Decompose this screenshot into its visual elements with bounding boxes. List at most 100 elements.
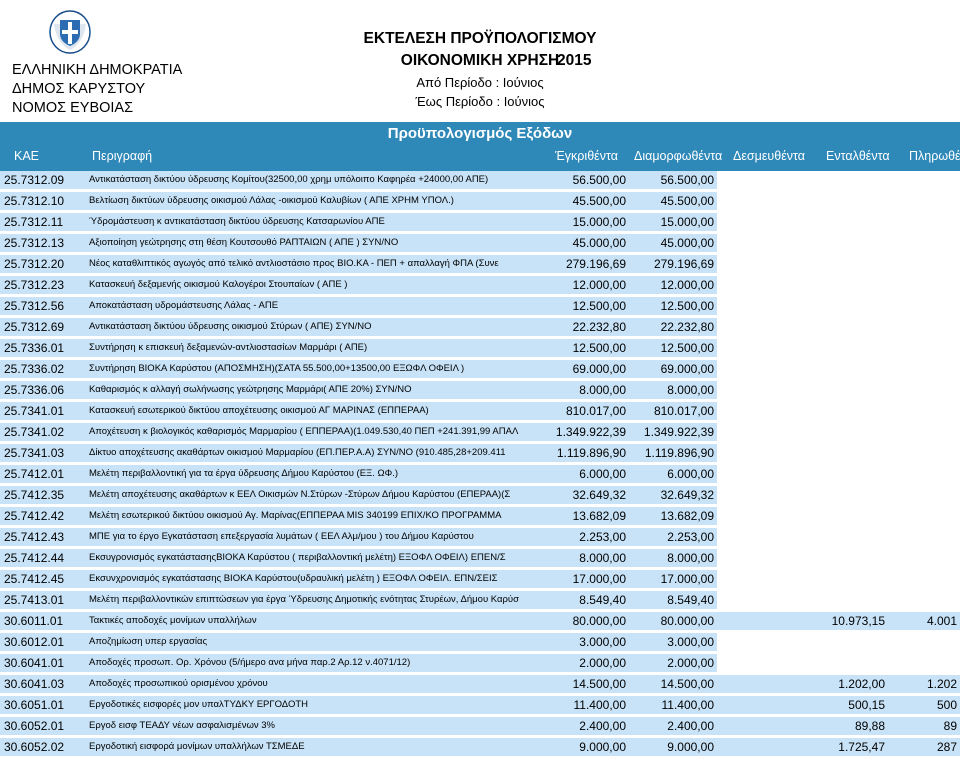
approved-cell: 22.232,80 bbox=[533, 318, 629, 336]
approved-cell: 8.549,40 bbox=[533, 591, 629, 609]
committed-cell bbox=[717, 465, 794, 483]
approved-cell: 11.400,00 bbox=[533, 696, 629, 714]
description-cell: Μελέτη αποχέτευσης ακαθάρτων κ ΕΕΛ Οικισ… bbox=[83, 486, 533, 504]
approved-cell: 810.017,00 bbox=[533, 402, 629, 420]
committed-cell bbox=[717, 234, 794, 252]
table-row: 25.7312.56 Αποκατάσταση υδρομάστευσης Λά… bbox=[0, 297, 960, 318]
kae-cell: 30.6012.01 bbox=[0, 633, 83, 651]
paid-cell bbox=[888, 297, 960, 315]
table-row: 25.7412.35 Μελέτη αποχέτευσης ακαθάρτων κ… bbox=[0, 486, 960, 507]
approved-cell: 6.000,00 bbox=[533, 465, 629, 483]
committed-cell bbox=[717, 507, 794, 525]
formed-cell: 12.500,00 bbox=[629, 297, 717, 315]
approved-cell: 1.119.896,90 bbox=[533, 444, 629, 462]
committed-cell bbox=[717, 171, 794, 189]
formed-cell: 2.000,00 bbox=[629, 654, 717, 672]
description-cell: ΜΠΕ για το έργο Εγκατάσταση επεξεργασία … bbox=[83, 528, 533, 546]
kae-cell: 30.6041.01 bbox=[0, 654, 83, 672]
report-title: ΕΚΤΕΛΕΣΗ ΠΡΟΫΠΟΛΟΓΙΣΜΟΥ bbox=[363, 30, 597, 47]
description-cell: Μελέτη εσωτερικού δικτύου οικισμού Αγ. Μ… bbox=[83, 507, 533, 525]
description-cell: Τακτικές αποδοχές μονίμων υπαλλήλων bbox=[83, 612, 533, 630]
kae-cell: 25.7412.42 bbox=[0, 507, 83, 525]
kae-cell: 25.7312.23 bbox=[0, 276, 83, 294]
committed-cell bbox=[717, 444, 794, 462]
approved-cell: 2.400,00 bbox=[533, 717, 629, 735]
committed-cell bbox=[717, 675, 794, 693]
table-row: 25.7336.01 Συντήρηση κ επισκευή δεξαμενών… bbox=[0, 339, 960, 360]
approved-cell: 2.253,00 bbox=[533, 528, 629, 546]
formed-cell: 56.500,00 bbox=[629, 171, 717, 189]
committed-cell bbox=[717, 213, 794, 231]
column-header-ordered: Ενταλθέντα bbox=[826, 149, 890, 163]
approved-cell: 15.000,00 bbox=[533, 213, 629, 231]
approved-cell: 9.000,00 bbox=[533, 738, 629, 756]
kae-cell: 25.7312.69 bbox=[0, 318, 83, 336]
paid-cell bbox=[888, 171, 960, 189]
table-row: 30.6011.01 Τακτικές αποδοχές μονίμων υπαλ… bbox=[0, 612, 960, 633]
ordered-cell: 89,88 bbox=[794, 717, 888, 735]
description-cell: Εργοδοτικές εισφορές μον υπαλΤΥΔΚΥ ΕΡΓΟΔ… bbox=[83, 696, 533, 714]
column-header-committed: Δεσμευθέντα bbox=[733, 149, 806, 163]
paid-cell: 89 bbox=[888, 717, 960, 735]
kae-cell: 25.7336.06 bbox=[0, 381, 83, 399]
approved-cell: 17.000,00 bbox=[533, 570, 629, 588]
paid-cell bbox=[888, 213, 960, 231]
formed-cell: 17.000,00 bbox=[629, 570, 717, 588]
ordered-cell bbox=[794, 507, 888, 525]
description-cell: Αντικατάσταση δικτύου ύδρευσης Κομίτου(3… bbox=[83, 171, 533, 189]
paid-cell bbox=[888, 507, 960, 525]
ordered-cell bbox=[794, 234, 888, 252]
committed-cell bbox=[717, 696, 794, 714]
approved-cell: 12.500,00 bbox=[533, 297, 629, 315]
table-row: 25.7336.06 Καθαρισμός κ αλλαγή σωλήνωσης … bbox=[0, 381, 960, 402]
paid-cell bbox=[888, 654, 960, 672]
fiscal-year-label: ΟΙΚΟΝΟΜΙΚΗ ΧΡΗΣΗ bbox=[400, 52, 560, 69]
paid-cell bbox=[888, 339, 960, 357]
formed-cell: 12.000,00 bbox=[629, 276, 717, 294]
committed-cell bbox=[717, 318, 794, 336]
description-cell: Καθαρισμός κ αλλαγή σωλήνωσης γεώτρησης … bbox=[83, 381, 533, 399]
kae-cell: 25.7312.10 bbox=[0, 192, 83, 210]
kae-cell: 25.7312.11 bbox=[0, 213, 83, 231]
committed-cell bbox=[717, 276, 794, 294]
kae-cell: 30.6051.01 bbox=[0, 696, 83, 714]
ordered-cell: 10.973,15 bbox=[794, 612, 888, 630]
formed-cell: 810.017,00 bbox=[629, 402, 717, 420]
ordered-cell bbox=[794, 192, 888, 210]
paid-cell bbox=[888, 633, 960, 651]
ordered-cell bbox=[794, 528, 888, 546]
ordered-cell bbox=[794, 318, 888, 336]
committed-cell bbox=[717, 570, 794, 588]
description-cell: Αποζημίωση υπερ εργασίας bbox=[83, 633, 533, 651]
ordered-cell bbox=[794, 423, 888, 441]
description-cell: Εργοδ εισφ ΤΕΑΔΥ νέων ασφαλισμένων 3% bbox=[83, 717, 533, 735]
formed-cell: 3.000,00 bbox=[629, 633, 717, 651]
kae-cell: 25.7341.02 bbox=[0, 423, 83, 441]
table-row: 25.7412.44 Εκσυγρονισμός εγκατάστασηςΒΙΟΚ… bbox=[0, 549, 960, 570]
committed-cell bbox=[717, 381, 794, 399]
table-row: 25.7312.11 Ύδρομάστευση κ αντικατάσταση δ… bbox=[0, 213, 960, 234]
kae-cell: 25.7341.01 bbox=[0, 402, 83, 420]
approved-cell: 32.649,32 bbox=[533, 486, 629, 504]
column-header-approved: Έγκριθέντα bbox=[555, 149, 618, 163]
table-row: 25.7341.03 Δίκτυο αποχέτευσης ακαθάρτων ο… bbox=[0, 444, 960, 465]
kae-cell: 25.7312.09 bbox=[0, 171, 83, 189]
ordered-cell bbox=[794, 465, 888, 483]
paid-cell bbox=[888, 276, 960, 294]
table-row: 25.7341.02 Αποχέτευση κ βιολογικός καθαρι… bbox=[0, 423, 960, 444]
paid-cell bbox=[888, 192, 960, 210]
formed-cell: 8.000,00 bbox=[629, 381, 717, 399]
table-row: 25.7312.10 Βελτίωση δικτύων ύδρευσης οικι… bbox=[0, 192, 960, 213]
approved-cell: 69.000,00 bbox=[533, 360, 629, 378]
committed-cell bbox=[717, 360, 794, 378]
formed-cell: 22.232,80 bbox=[629, 318, 717, 336]
table-row: 30.6051.01 Εργοδοτικές εισφορές μον υπαλΤ… bbox=[0, 696, 960, 717]
description-cell: Κατασκευή δεξαμενής οικισμού Καλογέροι Σ… bbox=[83, 276, 533, 294]
description-cell: Αποκατάσταση υδρομάστευσης Λάλας - ΑΠΕ bbox=[83, 297, 533, 315]
committed-cell bbox=[717, 633, 794, 651]
description-cell: Εργοδοτική εισφορά μονίμων υπαλλήλων ΤΣΜ… bbox=[83, 738, 533, 756]
kae-cell: 30.6052.01 bbox=[0, 717, 83, 735]
committed-cell bbox=[717, 591, 794, 609]
committed-cell bbox=[717, 612, 794, 630]
formed-cell: 2.253,00 bbox=[629, 528, 717, 546]
